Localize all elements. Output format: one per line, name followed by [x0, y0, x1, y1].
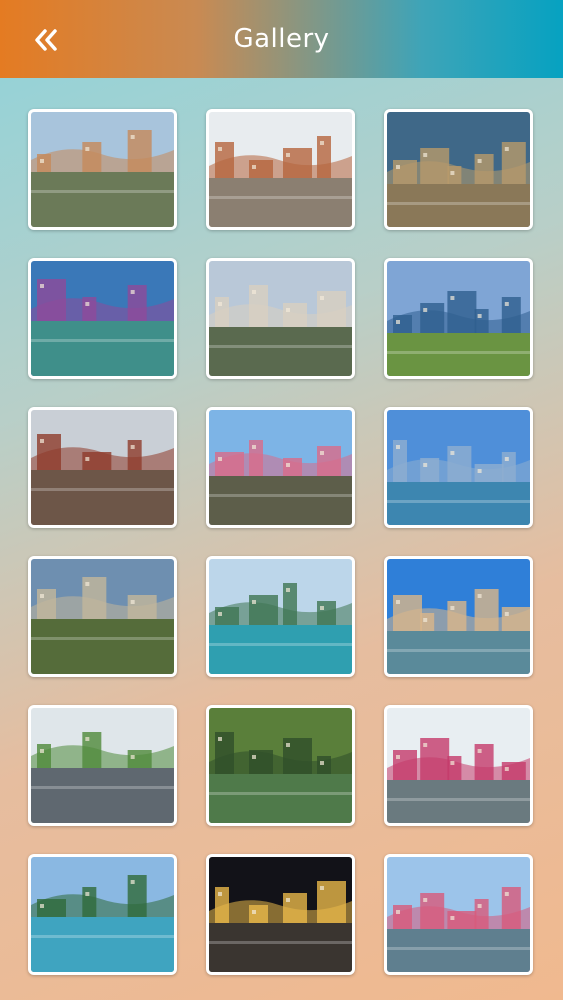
gallery-thumbnail[interactable]	[28, 258, 177, 379]
gallery-thumbnail[interactable]	[384, 109, 533, 230]
photo-rooftops-view	[387, 112, 530, 227]
gallery-thumbnail[interactable]	[206, 258, 355, 379]
photo-castle-hill	[31, 559, 174, 674]
gallery-thumbnail[interactable]	[28, 556, 177, 677]
photo-market-street	[209, 112, 352, 227]
photo-church-harbor	[387, 559, 530, 674]
photo-canal-village	[31, 112, 174, 227]
gallery-thumbnail[interactable]	[28, 705, 177, 826]
gallery-thumbnail[interactable]	[28, 109, 177, 230]
gallery-thumbnail[interactable]	[384, 705, 533, 826]
photo-flower-canal	[387, 708, 530, 823]
photo-night-castle	[209, 857, 352, 972]
gallery-thumbnail[interactable]	[28, 854, 177, 975]
photo-old-town-tree	[209, 410, 352, 525]
photo-lake-kayaks	[31, 857, 174, 972]
gallery-thumbnail[interactable]	[384, 258, 533, 379]
photo-canal-buildings	[209, 261, 352, 376]
gallery-thumbnail[interactable]	[206, 854, 355, 975]
gallery-thumbnail[interactable]	[28, 407, 177, 528]
photo-lake-mountains	[387, 410, 530, 525]
photo-lake-panorama	[387, 261, 530, 376]
gallery-thumbnail[interactable]	[206, 109, 355, 230]
photo-tree-avenue	[31, 708, 174, 823]
gallery-thumbnail[interactable]	[384, 854, 533, 975]
gallery-thumbnail[interactable]	[384, 407, 533, 528]
gallery-thumbnail[interactable]	[206, 556, 355, 677]
photo-bridge-flowers	[387, 857, 530, 972]
gallery-grid	[28, 109, 533, 975]
gallery-thumbnail[interactable]	[384, 556, 533, 677]
page-title: Gallery	[233, 24, 330, 54]
gallery-thumbnail[interactable]	[206, 407, 355, 528]
photo-chalets-snow	[31, 410, 174, 525]
photo-green-pond	[209, 708, 352, 823]
photo-lake-boats	[209, 559, 352, 674]
gallery-thumbnail[interactable]	[206, 705, 355, 826]
photo-river-weir	[31, 261, 174, 376]
app-header: Gallery	[0, 0, 563, 78]
